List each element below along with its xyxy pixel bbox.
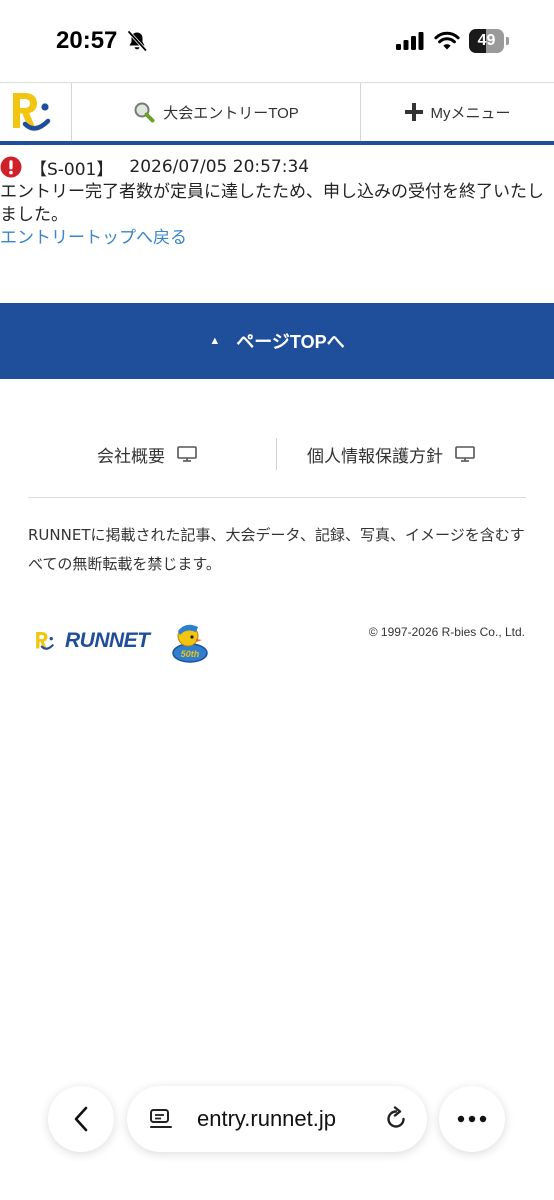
nav-entry-top-label: 大会エントリーTOP [163,104,299,122]
nav-entry-top[interactable]: 大会エントリーTOP [72,83,361,141]
chevron-left-icon [74,1106,88,1132]
header-accent-bar [0,141,554,145]
footer-link-privacy[interactable]: 個人情報保護方針 [307,438,475,470]
copyright-notice: RUNNETに掲載された記事、大会データ、記録、写真、イメージを含むすべての無断… [28,526,525,573]
status-time: 20:57 [56,27,118,54]
nav-my-menu[interactable]: Myメニュー [361,83,554,141]
footer-link-company-label: 会社概要 [97,446,165,467]
back-to-entry-top-link[interactable]: エントリートップへ戻る [0,227,554,250]
error-code: 【S-001】 [30,159,114,180]
page-top-button[interactable]: ▲ ページTOPへ [0,303,554,379]
bell-muted-icon [127,30,147,52]
page-top-label: ページTOPへ [236,332,345,352]
footer-separator [28,497,526,498]
site-header: 大会エントリーTOP Myメニュー [0,82,554,145]
error-timestamp: 2026/07/05 20:57:34 [129,157,310,177]
error-exclamation-icon [0,156,22,178]
badge-50th-text: 50th [181,649,200,659]
mascot-50th-icon: 50th [172,624,208,663]
address-url: entry.runnet.jp [197,1106,337,1131]
page-menu-icon[interactable] [149,1108,173,1130]
footer-link-company[interactable]: 会社概要 [97,438,197,470]
monitor-icon [455,446,475,462]
runnet-footer-logo: RUNNET 50th [30,618,210,664]
footer-divider [276,438,277,470]
browser-more-button[interactable] [439,1086,505,1152]
browser-back-button[interactable] [48,1086,114,1152]
ellipsis-icon [457,1115,487,1123]
status-bar: 20:57 49 [0,0,554,82]
plus-icon [404,103,423,121]
runnet-r-small-icon [36,632,54,650]
runnet-logo[interactable] [0,83,72,141]
battery-level: 49 [477,32,496,49]
copyright: © 1997-2026 R-bies Co., Ltd. [368,625,525,639]
error-block: 【S-001】 2026/07/05 20:57:34 エントリー完了者数が定員… [0,156,554,250]
triangle-up-icon: ▲ [209,335,221,347]
runnet-r-logo-icon [13,93,51,131]
cellular-signal-icon [396,32,424,50]
battery-icon: 49 [469,29,509,53]
magnifier-icon [134,102,155,123]
footer-links: 会社概要 個人情報保護方針 [28,438,526,470]
reload-icon[interactable] [383,1106,409,1132]
runnet-wordmark: RUNNET [65,629,150,652]
browser-address-bar[interactable]: entry.runnet.jp [127,1086,427,1152]
footer-link-privacy-label: 個人情報保護方針 [307,446,443,467]
error-message: エントリー完了者数が定員に達したため、申し込みの受付を終了いたしました。 [0,182,544,225]
monitor-icon [177,446,197,462]
nav-my-menu-label: Myメニュー [430,104,511,122]
wifi-icon [434,31,460,50]
